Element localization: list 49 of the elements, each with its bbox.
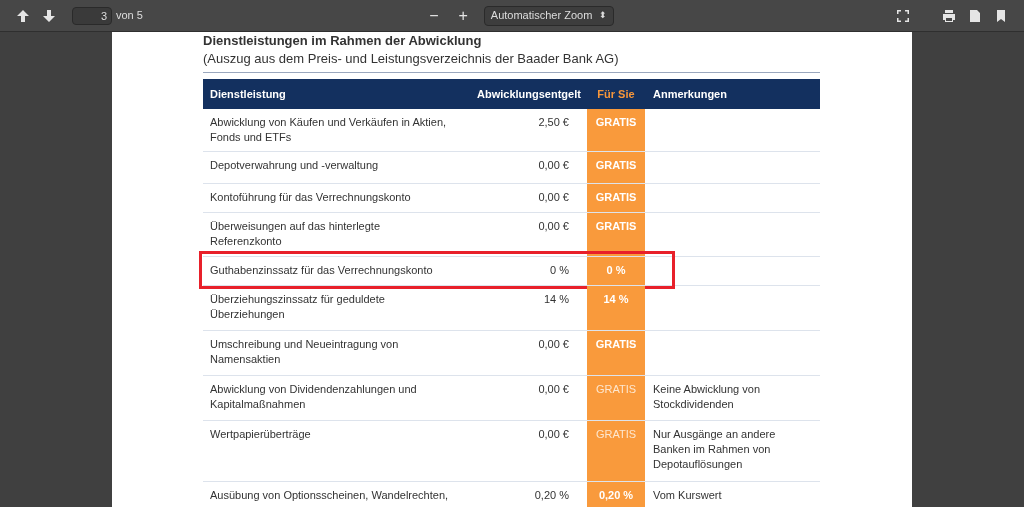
table-cell-text: Abwicklung von Dividendenzahlungen und Kapitalmaßnahmen: [209, 382, 418, 412]
table-cell-text: Vom Kurswert: [652, 488, 723, 503]
table-cell-text: Überweisungen auf das hinterlegte Referenzkonto: [209, 219, 381, 249]
down-arrow-icon[interactable]: [42, 8, 56, 23]
zoom-out-button[interactable]: −: [425, 7, 443, 24]
section-subheading: (Auszug aus dem Preis- und Leistungsverzeichnis der Baader Bank AG): [203, 50, 620, 68]
zoom-select[interactable]: Automatischer Zoom ⬍: [483, 5, 614, 26]
table-cell: GRATIS: [587, 331, 645, 375]
section-heading: Dienstleistungen im Rahmen der Abwicklung: [203, 32, 483, 50]
print-icon[interactable]: [942, 8, 956, 23]
column-header: Dienstleistung: [209, 86, 287, 102]
table-cell-text: Depotverwahrung und -verwaltung: [209, 158, 380, 173]
table-cell: GRATIS: [587, 152, 645, 183]
bookmark-icon[interactable]: [994, 8, 1008, 23]
zoom-in-button[interactable]: +: [454, 7, 472, 24]
table-cell-text: 0,00 €: [537, 337, 570, 352]
table-cell-text: 2,50 €: [537, 115, 570, 130]
table-cell-text: 0 %: [549, 263, 570, 278]
table-cell: 0 %: [587, 257, 645, 285]
table-cell-text: Überziehungszinssatz für geduldete Überziehungen: [209, 292, 386, 322]
table-cell-text: Wertpapierüberträge: [209, 427, 312, 442]
table-cell-text: Keine Abwicklung von Stockdividenden: [652, 382, 761, 412]
table-cell-text: 0,20 %: [533, 488, 570, 503]
column-header: Für Sie: [596, 86, 636, 102]
table-cell-text: 0,00 €: [537, 427, 570, 442]
table-cell-text: 0,00 €: [537, 190, 570, 205]
table-cell-text: 0,00 €: [537, 219, 570, 234]
fullscreen-icon[interactable]: [896, 8, 910, 23]
table-cell: GRATIS: [587, 109, 645, 151]
table-cell: GRATIS: [587, 184, 645, 212]
table-cell-text: Kontoführung für das Verrechnungskonto: [209, 190, 412, 205]
table-cell-text: Guthabenzinssatz für das Verrechnungskonto: [209, 263, 434, 278]
column-header: Anmerkungen: [652, 86, 728, 102]
table-cell-text: Nur Ausgänge an andere Banken im Rahmen von Depotauflösungen: [652, 427, 777, 472]
table-cell: GRATIS: [587, 376, 645, 420]
table-cell-text: 0,00 €: [537, 158, 570, 173]
table-cell-text: 14 %: [542, 292, 570, 307]
page-total: von 5: [116, 8, 143, 24]
table-cell-text: Abwicklung von Käufen und Verkäufen in Aktien, Fonds und ETFs: [209, 115, 448, 145]
table-cell-text: Ausübung von Optionsscheinen, Wandelrechten,: [209, 488, 450, 503]
table-cell: 14 %: [587, 286, 645, 330]
up-arrow-icon[interactable]: [16, 8, 30, 23]
column-header: Abwicklungsentgelt: [477, 86, 582, 102]
table-cell: GRATIS: [587, 213, 645, 256]
table-cell: GRATIS: [587, 421, 645, 481]
page-number-field[interactable]: 3: [72, 6, 112, 25]
table-cell: 0,20 %: [587, 482, 645, 507]
table-cell-text: 0,00 €: [537, 382, 570, 397]
table-cell-text: Umschreibung und Neueintragung von Namensaktien: [209, 337, 400, 367]
